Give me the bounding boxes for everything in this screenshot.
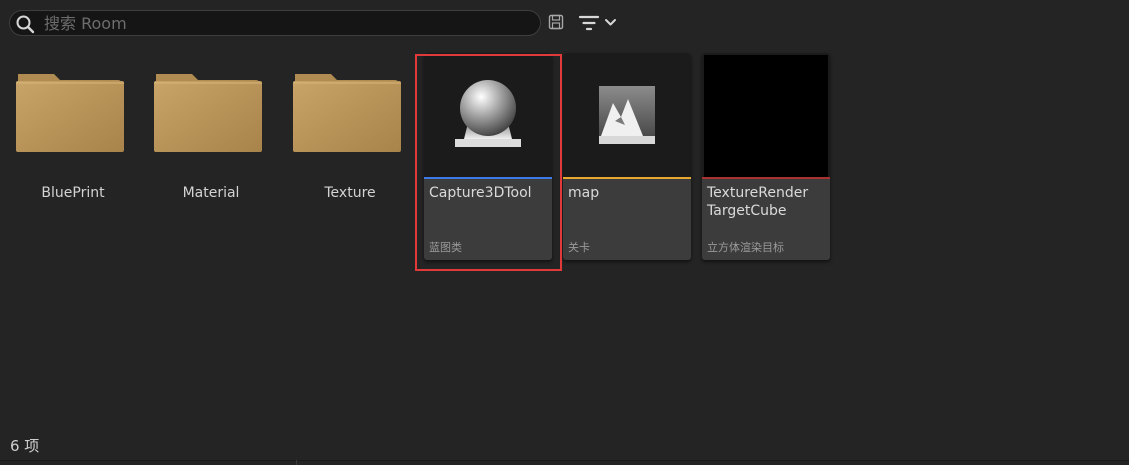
filter-icon xyxy=(578,15,616,31)
folder-texture[interactable]: Texture xyxy=(291,67,409,217)
item-count: 6 项 xyxy=(10,437,40,455)
asset-name: TextureRender TargetCube xyxy=(707,185,809,219)
asset-thumbnail xyxy=(702,53,830,177)
asset-type-stripe xyxy=(702,177,830,179)
asset-type: 蓝图类 xyxy=(429,241,462,254)
asset-type: 关卡 xyxy=(568,241,590,254)
asset-tile-capture3dtool[interactable]: Capture3DTool 蓝图类 xyxy=(424,53,552,260)
asset-name: map xyxy=(568,185,600,201)
folder-material[interactable]: Material xyxy=(152,67,270,217)
search-box[interactable] xyxy=(9,10,541,36)
chevron-down-icon xyxy=(605,19,616,26)
content-browser: BluePrint Material Texture xyxy=(0,0,1129,465)
asset-type: 立方体渲染目标 xyxy=(707,241,784,254)
render-target-preview xyxy=(704,55,828,177)
divider xyxy=(296,460,297,465)
folder-label: BluePrint xyxy=(41,185,105,201)
divider xyxy=(0,460,1129,461)
folder-blueprint[interactable]: BluePrint xyxy=(14,67,132,217)
filter-dropdown-button[interactable] xyxy=(577,12,621,34)
asset-name: Capture3DTool xyxy=(429,185,532,201)
blueprint-sphere-icon xyxy=(455,80,521,147)
folder-icon xyxy=(154,74,262,152)
search-icon xyxy=(16,15,35,34)
folder-label: Material xyxy=(182,185,240,201)
folder-icon xyxy=(16,74,124,152)
asset-type-stripe xyxy=(563,177,691,179)
asset-tile-texturerendertargetcube[interactable]: TextureRender TargetCube 立方体渲染目标 xyxy=(702,53,830,260)
asset-tile-map[interactable]: map 关卡 xyxy=(563,53,691,260)
save-search-icon[interactable] xyxy=(548,14,564,30)
folder-label: Texture xyxy=(324,185,376,201)
folder-icon xyxy=(293,74,401,152)
search-input[interactable] xyxy=(44,13,524,33)
asset-thumbnail xyxy=(563,53,691,177)
asset-thumbnail xyxy=(424,53,552,177)
asset-type-stripe xyxy=(424,177,552,179)
level-mountain-icon xyxy=(599,86,655,144)
